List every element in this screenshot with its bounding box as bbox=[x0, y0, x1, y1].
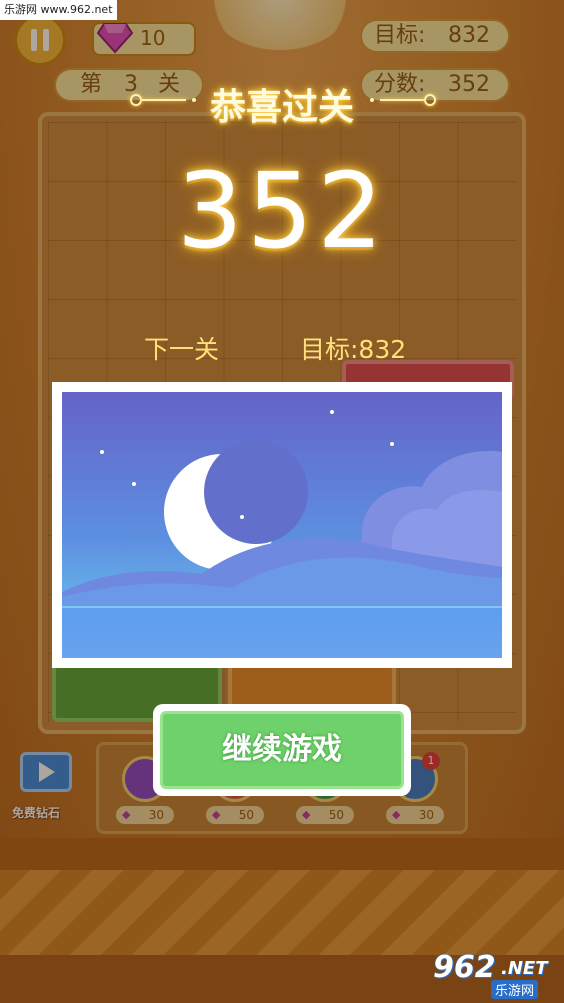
watermark-logo: 962 .NET 乐游网 bbox=[423, 950, 559, 1000]
level-complete-title: 恭喜过关 bbox=[209, 87, 354, 128]
continue-game-button[interactable]: 继续游戏 bbox=[153, 704, 411, 796]
watermark-logo-suffix: .NET bbox=[501, 958, 548, 979]
watermark-logo-caption: 乐游网 bbox=[491, 980, 539, 999]
next-target-label: 目标:832 bbox=[300, 335, 407, 364]
continue-game-label: 继续游戏 bbox=[160, 711, 404, 789]
watermark-top: 乐游网 www.962.net bbox=[0, 0, 117, 20]
watermark-logo-number: 962 bbox=[433, 950, 496, 985]
final-score: 352 bbox=[176, 150, 388, 272]
ad-banner[interactable] bbox=[52, 382, 512, 668]
next-level-label: 下一关 bbox=[144, 335, 220, 364]
night-scene-image bbox=[62, 392, 502, 658]
